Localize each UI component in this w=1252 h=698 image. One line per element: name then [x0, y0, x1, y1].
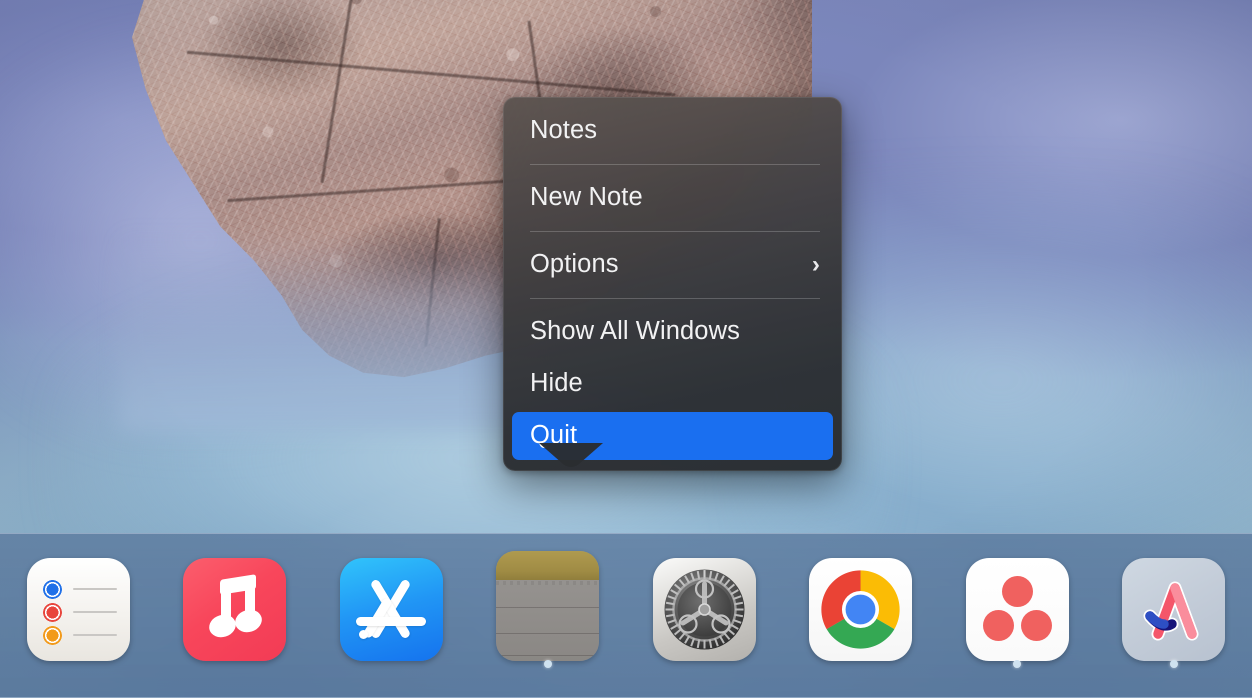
menu-item-notes[interactable]: Notes — [503, 105, 842, 157]
dock-item-music[interactable] — [157, 534, 314, 684]
music-icon — [183, 557, 287, 661]
dock-item-chrome[interactable] — [783, 534, 940, 684]
gear-glyph — [664, 569, 745, 649]
notes-icon — [496, 550, 600, 661]
dock-item-system-settings[interactable] — [626, 534, 783, 684]
dock-app-context-menu[interactable]: Notes New Note Options › Show All Window… — [503, 97, 842, 471]
menu-item-new-note[interactable]: New Note — [503, 172, 842, 224]
dock-item-row — [0, 534, 1252, 684]
notes-perforation — [496, 579, 600, 586]
arc-icon — [1122, 557, 1226, 661]
reminders-icon — [26, 557, 130, 661]
menu-item-options[interactable]: Options › — [503, 239, 842, 291]
menu-item-label: Notes — [530, 116, 598, 145]
app-store-icon — [339, 557, 443, 661]
desktop-screen: Notes New Note Options › Show All Window… — [0, 0, 1252, 698]
asana-icon — [965, 557, 1069, 661]
context-menu-panel: Notes New Note Options › Show All Window… — [503, 97, 842, 471]
chrome-icon — [809, 557, 913, 661]
notes-header-strip — [496, 550, 600, 580]
macos-dock[interactable] — [0, 533, 1252, 698]
menu-item-label: Hide — [530, 369, 583, 398]
chrome-glyph — [821, 569, 900, 649]
running-indicator — [1013, 660, 1022, 668]
menu-item-hide[interactable]: Hide — [503, 358, 842, 410]
menu-separator — [530, 164, 820, 165]
dock-item-asana[interactable] — [939, 534, 1096, 684]
menu-separator — [530, 231, 820, 232]
menu-separator — [530, 298, 820, 299]
running-indicator — [1169, 660, 1178, 668]
dock-item-app-store[interactable] — [313, 534, 470, 684]
dock-item-arc[interactable] — [1096, 534, 1252, 684]
dock-item-notes[interactable] — [470, 534, 627, 684]
context-menu-tail — [539, 443, 603, 467]
menu-item-show-all-windows[interactable]: Show All Windows — [503, 306, 842, 358]
settings-icon — [652, 557, 756, 661]
dock-item-reminders[interactable] — [0, 534, 157, 684]
running-indicator — [543, 660, 552, 668]
menu-item-label: Show All Windows — [530, 317, 740, 346]
arc-glyph — [1143, 581, 1199, 640]
menu-item-label: New Note — [530, 183, 643, 212]
menu-item-label: Options — [530, 250, 619, 279]
chevron-right-icon: › — [811, 251, 820, 278]
